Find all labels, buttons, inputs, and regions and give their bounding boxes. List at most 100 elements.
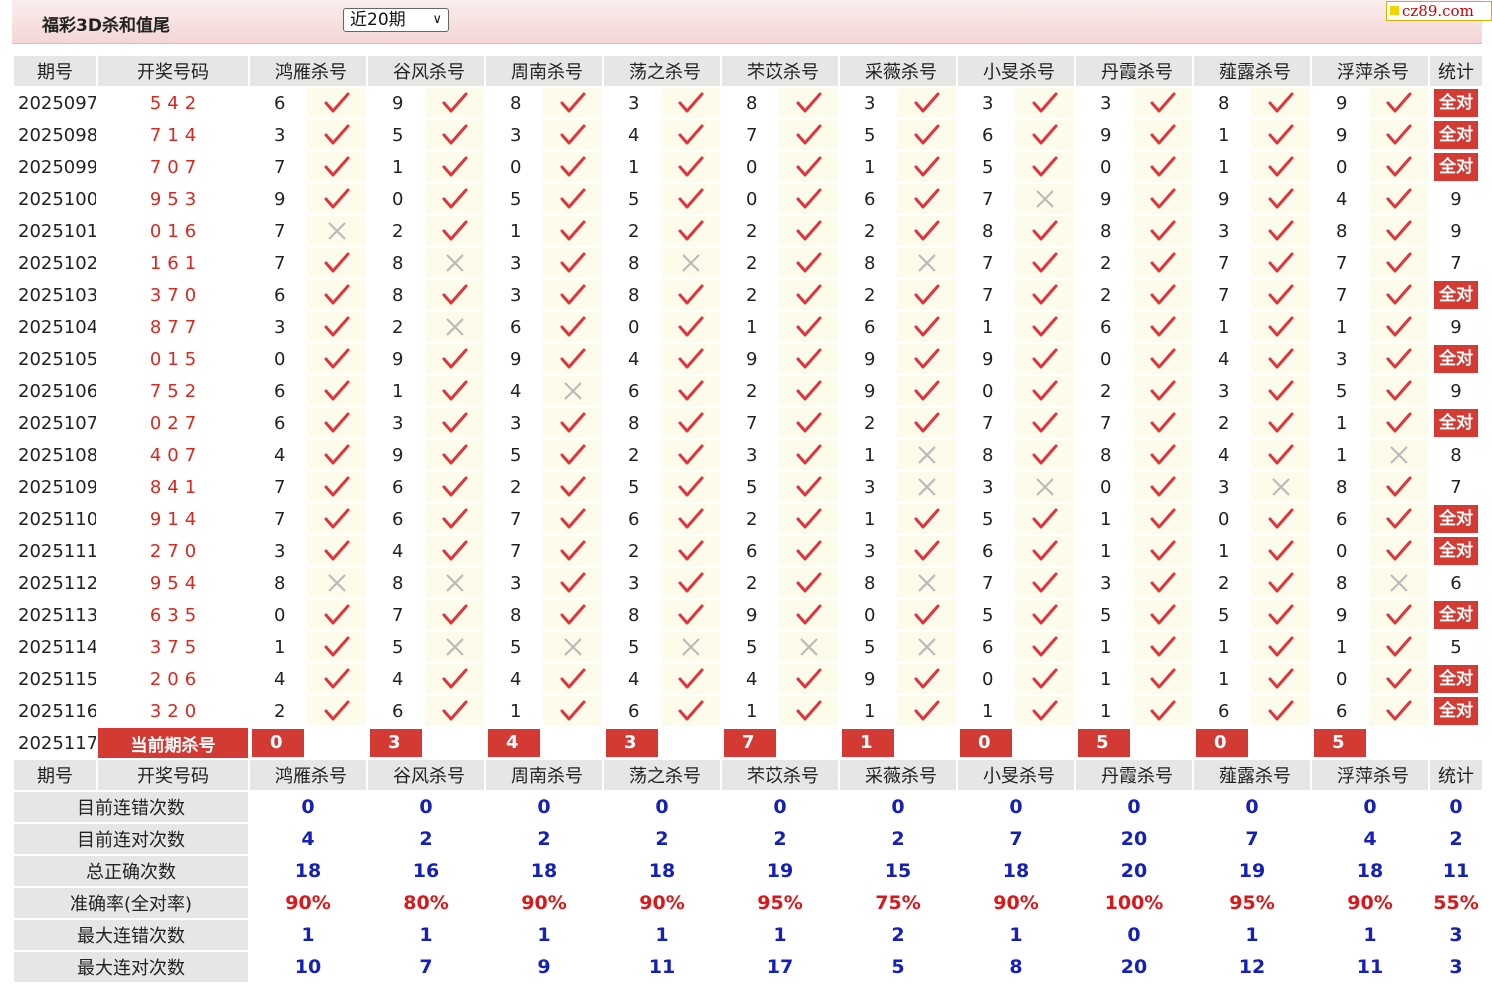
current-kill-cell: 0	[956, 726, 1015, 760]
check-icon	[425, 182, 486, 216]
check-icon	[1015, 662, 1076, 696]
drawn-number-cell: 016	[96, 214, 250, 248]
kill-number-cell: 8	[1192, 86, 1251, 120]
check-icon	[1133, 182, 1194, 216]
stat-cell: 8	[1428, 438, 1484, 472]
kill-number-cell: 5	[838, 118, 897, 152]
expert-header: 浮萍杀号	[1310, 54, 1430, 88]
check-icon	[661, 662, 722, 696]
kill-number-cell: 1	[1074, 534, 1133, 568]
check-icon	[1369, 374, 1430, 408]
kill-number-cell: 1	[366, 374, 425, 408]
current-kill-pad	[661, 726, 722, 760]
summary-value: 90%	[248, 886, 368, 920]
cross-icon	[425, 566, 486, 600]
drawn-number-cell: 320	[96, 694, 250, 728]
kill-number-cell: 1	[602, 150, 661, 184]
kill-number-cell: 1	[1310, 438, 1369, 472]
check-icon	[897, 694, 958, 728]
top-bar: 福彩3D杀和值尾 近20期 ∨	[12, 0, 1482, 44]
current-kill-pad	[1251, 726, 1312, 760]
check-icon	[1133, 118, 1194, 152]
kill-number-cell: 9	[366, 86, 425, 120]
kill-number-cell: 6	[248, 406, 307, 440]
table-row: 2025099 707 7 1 0 1 0 1 5 0 1 0 全对	[12, 150, 1484, 184]
cross-icon	[1251, 470, 1312, 504]
check-icon	[543, 534, 604, 568]
summary-value: 0	[602, 790, 722, 824]
cross-icon	[897, 630, 958, 664]
kill-number-cell: 6	[484, 310, 543, 344]
kill-number-cell: 3	[366, 406, 425, 440]
kill-number-cell: 2	[720, 566, 779, 600]
stat-cell: 7	[1428, 470, 1484, 504]
correct-count: 9	[1450, 380, 1462, 402]
kill-number-cell: 8	[602, 246, 661, 280]
check-icon	[779, 278, 840, 312]
check-icon	[1015, 406, 1076, 440]
kill-number-cell: 7	[248, 502, 307, 536]
all-correct-badge: 全对	[1434, 153, 1478, 181]
summary-value: 95%	[1192, 886, 1312, 920]
expert-header: 荡之杀号	[602, 54, 722, 88]
summary-value: 0	[1074, 790, 1194, 824]
all-correct-badge: 全对	[1434, 537, 1478, 565]
kill-number-cell: 6	[366, 470, 425, 504]
check-icon	[543, 662, 604, 696]
table-row: 2025110 914 7 6 7 6 2 1 5 1 0 6 全对	[12, 502, 1484, 536]
kill-number-cell: 5	[366, 118, 425, 152]
kill-number-cell: 0	[720, 182, 779, 216]
kill-number-cell: 2	[720, 214, 779, 248]
kill-number-cell: 1	[1310, 630, 1369, 664]
drawn-number-cell: 954	[96, 566, 250, 600]
kill-number-cell: 0	[1310, 150, 1369, 184]
check-icon	[779, 406, 840, 440]
kill-number-cell: 5	[602, 470, 661, 504]
correct-count: 8	[1450, 444, 1462, 466]
check-icon	[661, 310, 722, 344]
column-header-row: 期号 开奖号码 鸿雁杀号 谷风杀号 周南杀号 荡之杀号 芣苡杀号 采薇杀号 小旻杀号 丹霞杀号 薤露…	[12, 54, 1484, 88]
drawn-number-cell: 407	[96, 438, 250, 472]
check-icon	[425, 278, 486, 312]
kill-number-cell: 9	[720, 342, 779, 376]
stat-cell: 9	[1428, 310, 1484, 344]
current-kill-badge: 0	[1196, 729, 1248, 757]
summary-value: 2	[838, 822, 958, 856]
check-icon	[307, 470, 368, 504]
kill-number-cell: 2	[1074, 246, 1133, 280]
kill-number-cell: 1	[1192, 662, 1251, 696]
stat-cell: 全对	[1428, 150, 1484, 184]
expert-header: 芣苡杀号	[720, 54, 840, 88]
check-icon	[661, 534, 722, 568]
cross-icon	[661, 630, 722, 664]
kill-number-cell: 3	[484, 278, 543, 312]
site-logo[interactable]: cz89.com	[1386, 1, 1492, 21]
kill-number-cell: 6	[248, 86, 307, 120]
kill-number-cell: 2	[366, 214, 425, 248]
check-icon	[1133, 278, 1194, 312]
period-select[interactable]: 近20期 ∨	[343, 8, 449, 32]
check-icon	[779, 694, 840, 728]
kill-number-cell: 6	[956, 534, 1015, 568]
kill-number-cell: 9	[838, 342, 897, 376]
check-icon	[307, 694, 368, 728]
table-row: 2025105 015 0 9 9 4 9 9 9 0 4 3 全对	[12, 342, 1484, 376]
kill-number-cell: 5	[366, 630, 425, 664]
period-cell: 2025106	[12, 374, 98, 408]
stat-cell: 全对	[1428, 598, 1484, 632]
page-title: 福彩3D杀和值尾	[42, 16, 170, 36]
stat-cell: 全对	[1428, 406, 1484, 440]
table-row: 2025106 752 6 1 4 6 2 9 0 2 3 5 9	[12, 374, 1484, 408]
kill-number-cell: 8	[1310, 566, 1369, 600]
check-icon	[425, 150, 486, 184]
kill-number-cell: 8	[1074, 438, 1133, 472]
stat-cell: 5	[1428, 630, 1484, 664]
check-icon	[1133, 438, 1194, 472]
check-icon	[897, 182, 958, 216]
kill-number-cell: 7	[484, 502, 543, 536]
kill-number-cell: 5	[1310, 374, 1369, 408]
kill-number-cell: 5	[956, 150, 1015, 184]
check-icon	[897, 310, 958, 344]
check-icon	[425, 694, 486, 728]
check-icon	[1369, 662, 1430, 696]
